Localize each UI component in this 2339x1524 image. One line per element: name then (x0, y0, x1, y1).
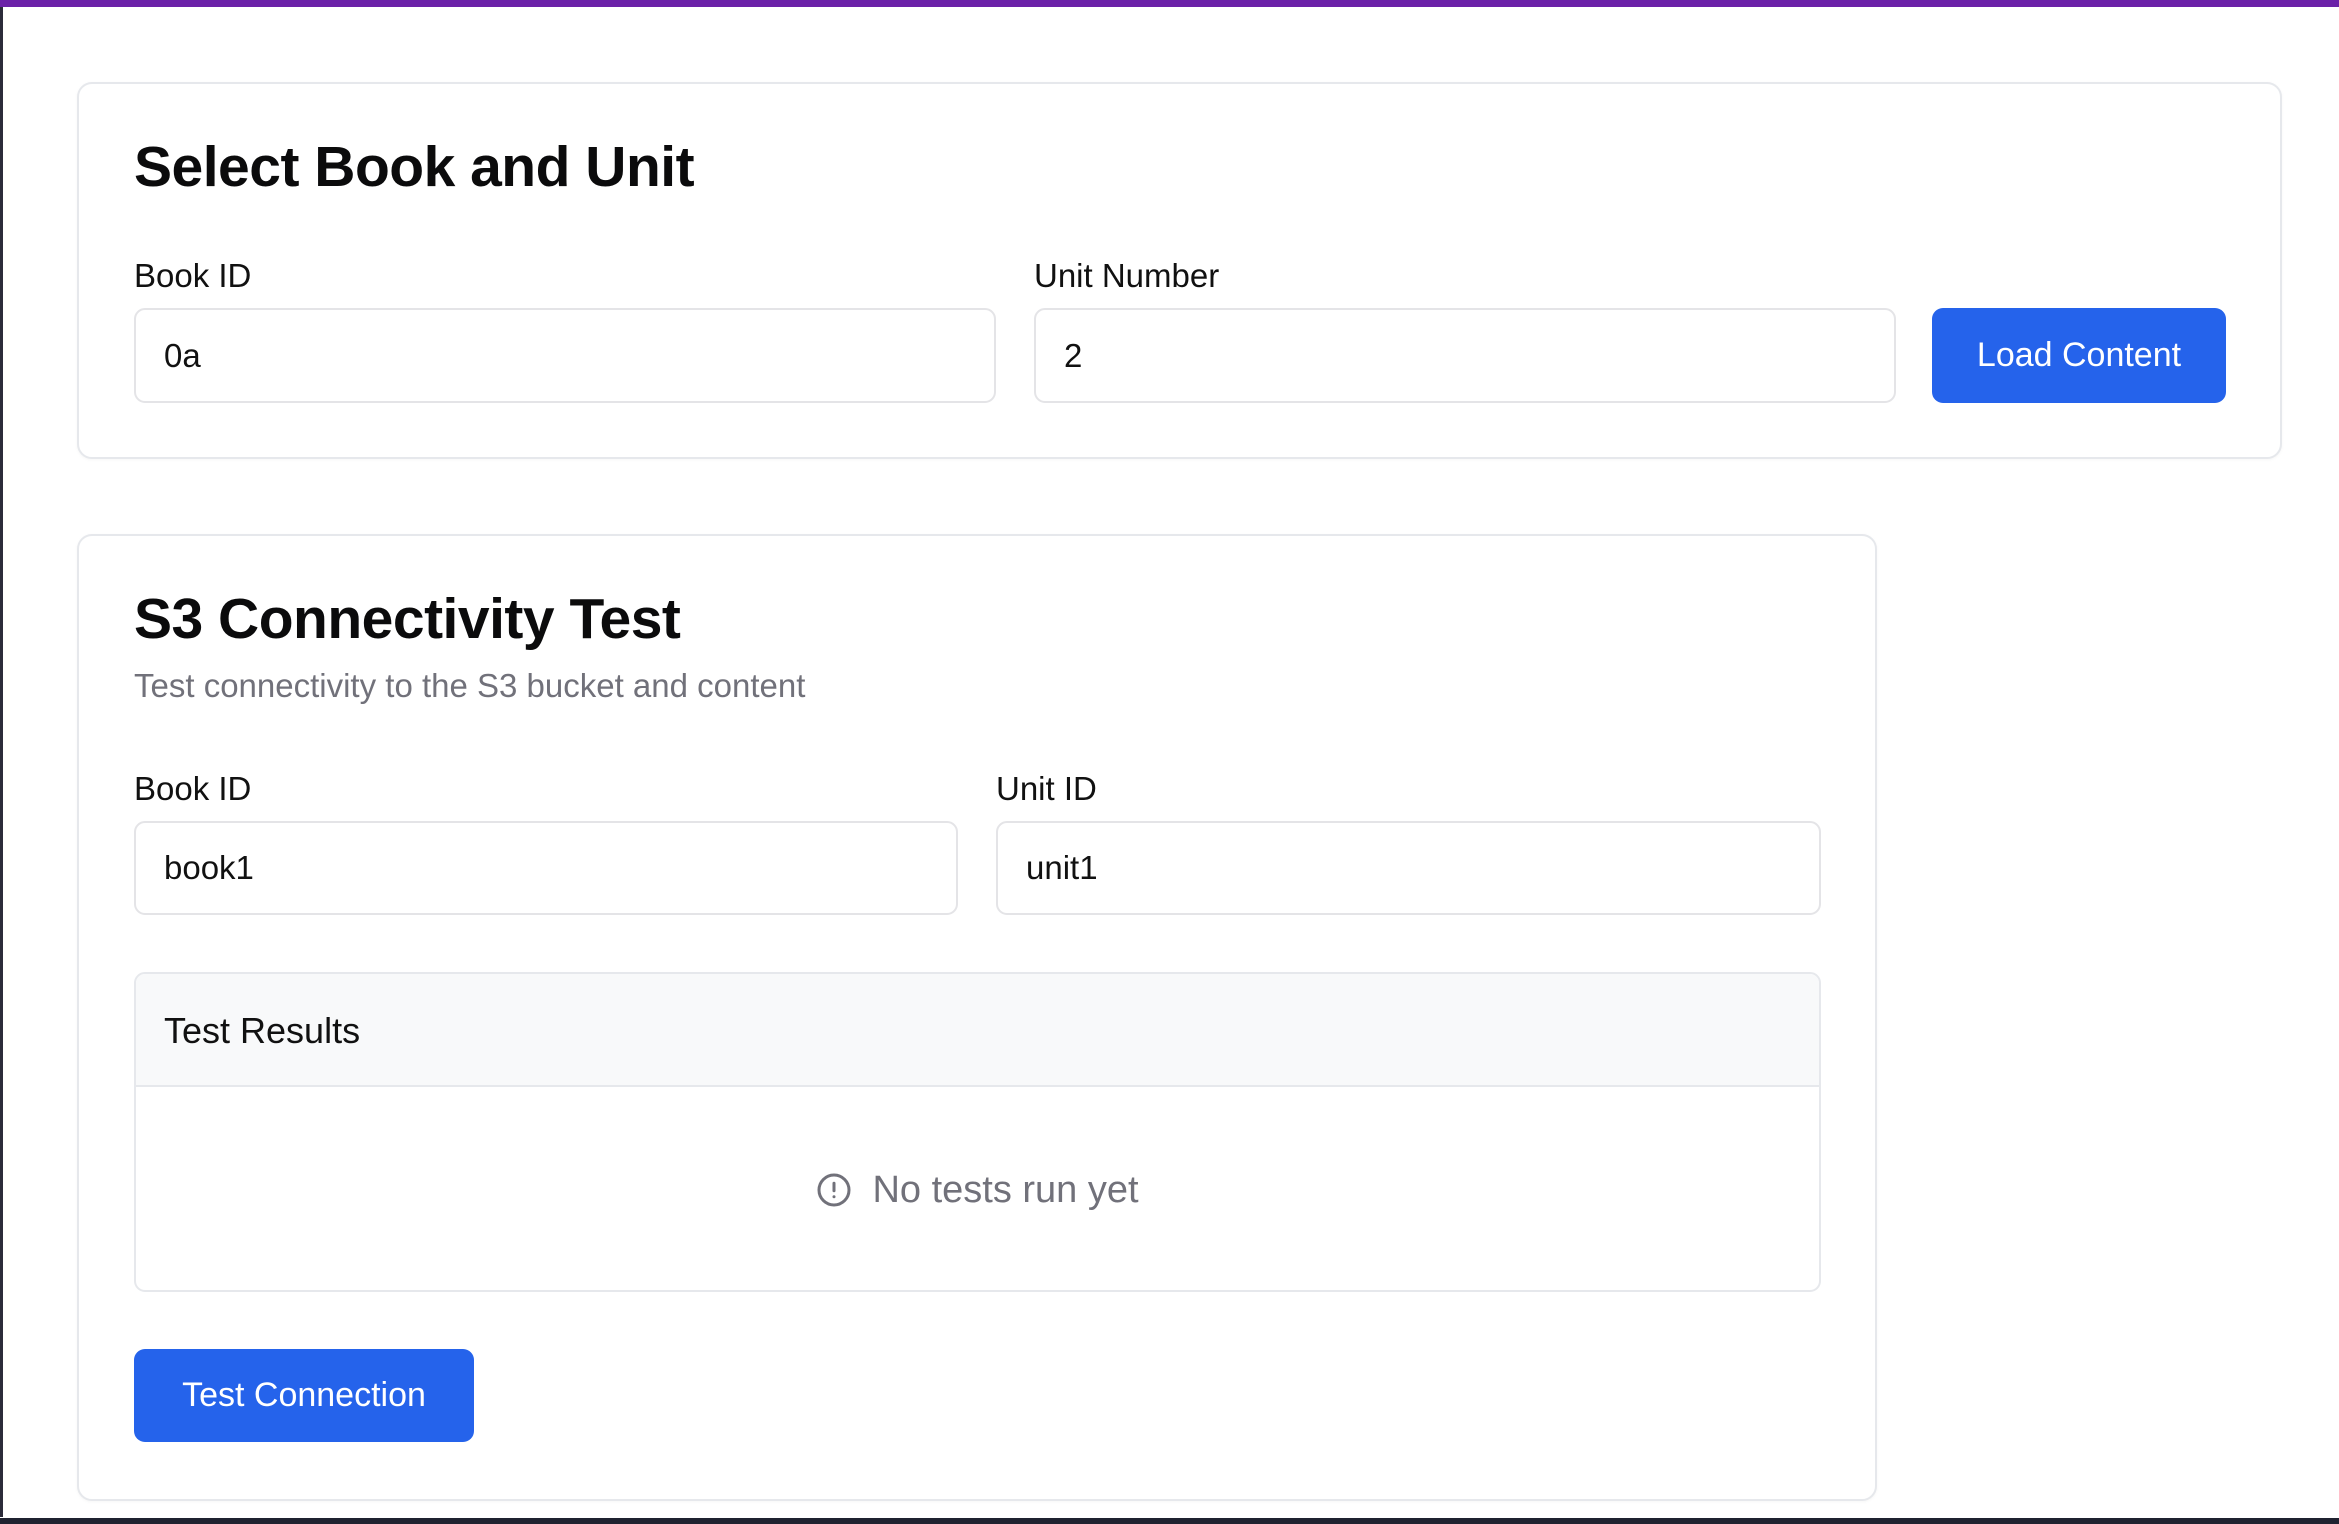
test-results-empty-state: No tests run yet (136, 1087, 1819, 1290)
test-results-title: Test Results (164, 1010, 361, 1051)
s3-card-subtitle: Test connectivity to the S3 bucket and c… (134, 667, 806, 704)
test-results-header: Test Results (136, 974, 1819, 1087)
s3-book-id-label: Book ID (134, 770, 252, 807)
alert-circle-icon (816, 1172, 852, 1208)
unit-id-input[interactable] (996, 821, 1821, 915)
unit-number-label: Unit Number (1034, 257, 1220, 294)
select-card-title: Select Book and Unit (134, 135, 695, 199)
book-id-input[interactable] (134, 308, 996, 403)
s3-card-title: S3 Connectivity Test (134, 587, 681, 651)
test-results-panel: Test Results No tests run yet (134, 972, 1821, 1292)
s3-book-id-input[interactable] (134, 821, 958, 915)
window-bottom-edge (0, 1518, 2339, 1524)
load-content-button[interactable]: Load Content (1932, 308, 2226, 403)
book-id-label: Book ID (134, 257, 252, 294)
top-accent-bar (0, 0, 2339, 7)
unit-id-label: Unit ID (996, 770, 1097, 807)
unit-number-input[interactable] (1034, 308, 1896, 403)
window-left-edge (0, 7, 3, 1517)
test-connection-button[interactable]: Test Connection (134, 1349, 474, 1442)
empty-results-message: No tests run yet (872, 1168, 1139, 1211)
